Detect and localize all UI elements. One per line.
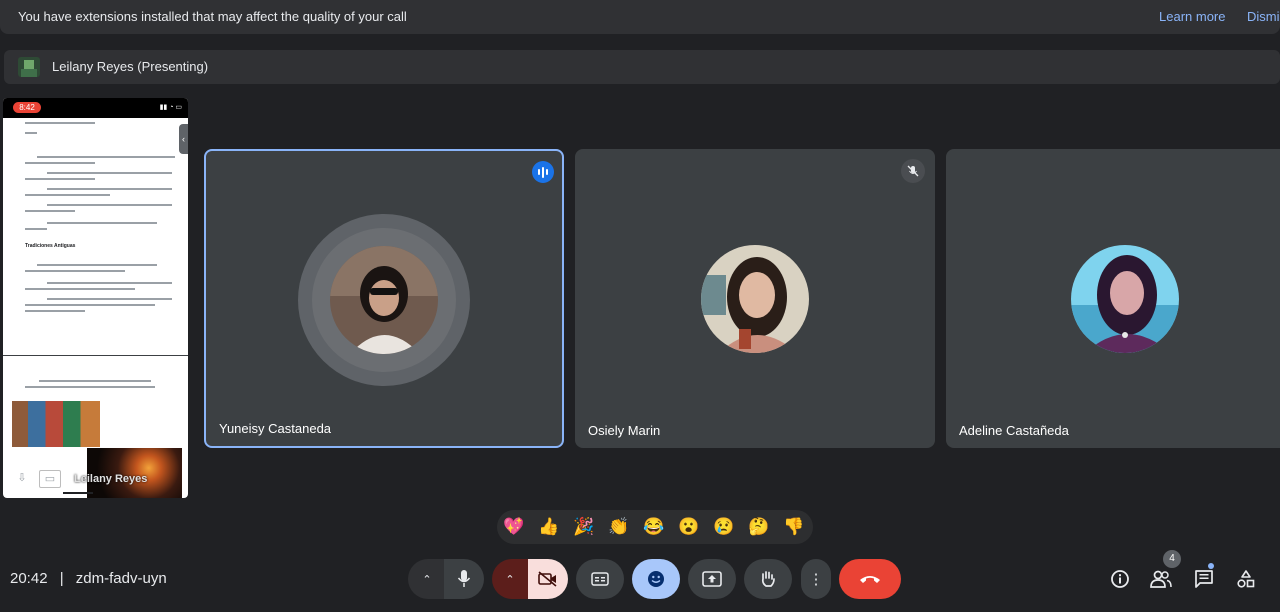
learn-more-link[interactable]: Learn more [1159, 9, 1225, 24]
avatar-photo-osiely [701, 245, 809, 353]
reaction-clap-icon[interactable]: 👏 [606, 515, 632, 539]
present-screen-icon [702, 571, 722, 587]
doc-text-line [25, 288, 135, 290]
doc-text-line [25, 194, 110, 196]
people-count-badge: 4 [1163, 550, 1181, 568]
reactions-bar: 💖 👍 🎉 👏 😂 😮 😢 🤔 👎 [497, 510, 813, 544]
participant-tile-adeline[interactable]: Adeline Castañeda [946, 149, 1280, 448]
doc-text-line [25, 132, 37, 134]
leave-call-button[interactable] [839, 559, 901, 599]
doc-text-line [25, 386, 155, 388]
reaction-sad-icon[interactable]: 😢 [711, 515, 737, 539]
costume-photos [12, 401, 100, 447]
captions-icon [591, 572, 609, 586]
audio-settings-caret-icon[interactable]: ⌃ [408, 559, 446, 599]
reaction-thumbs-down-icon[interactable]: 👎 [781, 515, 807, 539]
doc-text-line [39, 380, 151, 382]
avatar-photo-yuneisy [330, 246, 438, 354]
reaction-party-icon[interactable]: 🎉 [571, 515, 597, 539]
doc-text-line [47, 204, 172, 206]
chat-unread-dot [1208, 563, 1214, 569]
presentation-screen[interactable]: 8:42 ▮▮ ◔ ▭ ‹ Tradiciones Antiguas ⇩ ▭ L… [3, 98, 188, 498]
doc-text-line [25, 122, 95, 124]
doc-text-line [25, 178, 95, 180]
meeting-code[interactable]: zdm-fadv-uyn [76, 570, 167, 587]
reaction-laugh-icon[interactable]: 😂 [641, 515, 667, 539]
hang-up-icon [860, 576, 880, 583]
activities-icon[interactable] [1233, 566, 1259, 592]
meeting-separator: | [59, 570, 64, 587]
avatar [701, 245, 809, 353]
present-now-button[interactable] [688, 559, 736, 599]
doc-text-line [47, 298, 172, 300]
self-view-name: Leilany Reyes [74, 473, 148, 485]
doc-text-line [37, 156, 175, 158]
chat-icon[interactable] [1191, 566, 1217, 592]
people-icon[interactable] [1148, 566, 1174, 592]
picture-in-picture-icon[interactable]: ▭ [39, 470, 61, 488]
participant-tile-osiely[interactable]: Osiely Marin [575, 149, 935, 448]
participant-name: Osiely Marin [588, 423, 661, 438]
doc-divider [3, 355, 188, 356]
collapse-handle-icon[interactable]: ‹ [179, 124, 188, 154]
microphone-button[interactable] [444, 559, 484, 599]
doc-text-line [25, 304, 155, 306]
avatar [330, 246, 438, 354]
phone-status-icons: ▮▮ ◔ ▭ [159, 104, 182, 111]
doc-section-heading: Tradiciones Antiguas [25, 243, 76, 249]
phone-time: 8:42 [13, 102, 41, 113]
home-indicator [63, 492, 93, 494]
doc-text-line [25, 162, 95, 164]
avatar [1071, 245, 1179, 353]
participant-tile-yuneisy[interactable]: Yuneisy Castaneda [204, 149, 564, 448]
dismiss-button[interactable]: Dismi [1247, 9, 1280, 24]
pin-icon[interactable]: ⇩ [11, 470, 33, 488]
presenter-avatar-icon [18, 57, 40, 77]
meeting-info: 20:42 | zdm-fadv-uyn [10, 570, 167, 587]
reaction-surprised-icon[interactable]: 😮 [676, 515, 702, 539]
doc-text-line [47, 282, 172, 284]
raise-hand-icon [761, 571, 775, 587]
doc-text-line [47, 188, 172, 190]
smiley-icon [648, 571, 664, 587]
doc-text-line [25, 310, 85, 312]
doc-text-line [37, 264, 157, 266]
captions-button[interactable] [576, 559, 624, 599]
doc-text-line [47, 172, 172, 174]
doc-text-line [25, 228, 47, 230]
raise-hand-button[interactable] [744, 559, 792, 599]
meeting-time: 20:42 [10, 570, 48, 587]
doc-text-line [47, 222, 157, 224]
microphone-icon [457, 570, 471, 587]
more-options-icon[interactable]: ⋮ [801, 559, 831, 599]
phone-status-bar: 8:42 ▮▮ ◔ ▭ [3, 98, 188, 118]
extension-warning-banner: You have extensions installed that may a… [0, 0, 1280, 34]
presenter-label: Leilany Reyes (Presenting) [52, 59, 209, 74]
participant-name: Adeline Castañeda [959, 423, 1069, 438]
video-settings-caret-icon[interactable]: ⌃ [492, 559, 528, 599]
send-reaction-button[interactable] [632, 559, 680, 599]
camera-off-icon [538, 571, 557, 587]
camera-off-button[interactable] [528, 559, 568, 599]
presenter-bar: Leilany Reyes (Presenting) [4, 50, 1280, 84]
doc-text-line [25, 270, 125, 272]
doc-text-line [25, 210, 75, 212]
reaction-heart-icon[interactable]: 💖 [501, 515, 527, 539]
reaction-thumbs-up-icon[interactable]: 👍 [536, 515, 562, 539]
avatar-photo-adeline [1071, 245, 1179, 353]
participant-name: Yuneisy Castaneda [219, 421, 332, 436]
meeting-details-icon[interactable] [1107, 566, 1133, 592]
speaking-indicator-icon [532, 161, 554, 183]
reaction-thinking-icon[interactable]: 🤔 [746, 515, 772, 539]
banner-message: You have extensions installed that may a… [18, 9, 407, 24]
mic-off-icon [901, 159, 925, 183]
